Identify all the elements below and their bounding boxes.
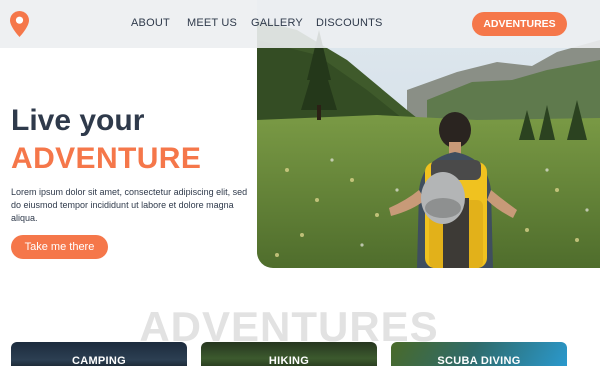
card-hiking[interactable]: HIKING (201, 342, 377, 366)
site-header: ABOUT MEET US GALLERY DISCOUNTS ADVENTUR… (0, 0, 600, 48)
card-scuba-diving[interactable]: SCUBA DIVING (391, 342, 567, 366)
card-label: CAMPING (71, 355, 127, 366)
card-label: HIKING (268, 355, 310, 366)
nav-link-gallery[interactable]: GALLERY (251, 17, 303, 29)
map-pin-icon[interactable] (10, 11, 29, 37)
hero-title-line1: Live your (11, 104, 145, 137)
nav-link-about[interactable]: ABOUT (131, 17, 170, 29)
card-label: SCUBA DIVING (437, 355, 521, 366)
take-me-there-button[interactable]: Take me there (11, 235, 108, 259)
nav-link-discounts[interactable]: DISCOUNTS (316, 17, 383, 29)
hero-description: Lorem ipsum dolor sit amet, consectetur … (11, 187, 248, 223)
hero-title-line2: ADVENTURE (11, 142, 202, 175)
adventures-button[interactable]: ADVENTURES (472, 12, 567, 36)
nav-link-meet-us[interactable]: MEET US (187, 17, 237, 29)
card-camping[interactable]: CAMPING (11, 342, 187, 366)
